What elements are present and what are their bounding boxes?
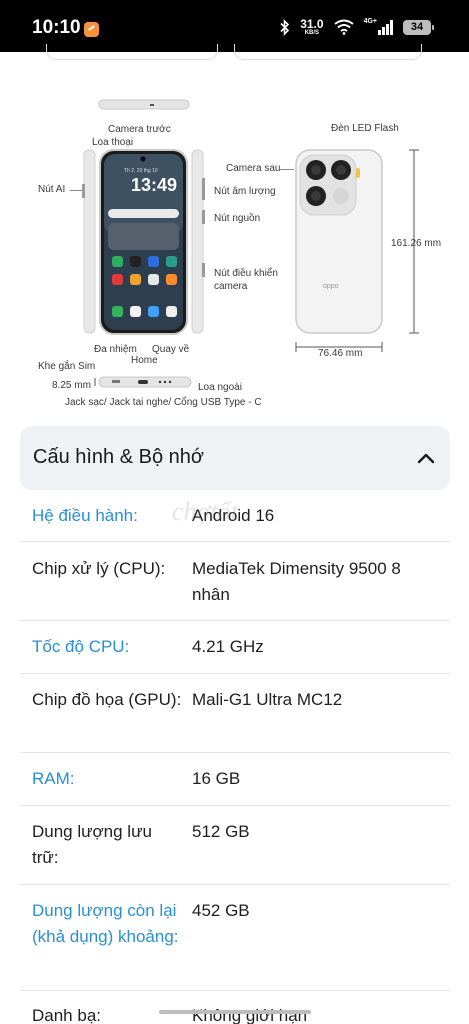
spec-row: Tốc độ CPU: 4.21 GHz [20,621,450,674]
top-tab-button-left[interactable] [46,44,218,60]
spec-value: 512 GB [192,822,250,841]
spec-value: 452 GB [192,901,250,920]
spec-key: Tốc độ CPU: [32,637,130,656]
phone-screen-time: 13:49 [130,175,178,195]
label-home: Home [131,355,158,366]
label-sim-slot: Khe gắn Sim [38,361,96,372]
speed-unit: KB/S [304,30,320,36]
spec-key: RAM: [32,769,75,788]
label-height: 161.26 mm [391,238,442,249]
label-width: 76.46 mm [318,348,363,359]
app-notification-icon [84,22,99,37]
network-type: 4G+ [363,17,377,25]
spec-row: RAM: 16 GB [20,753,450,806]
label-thickness: 8.25 mm [52,380,91,391]
chevron-up-icon[interactable] [416,448,436,468]
signal-icon: 4G+ [363,17,393,35]
spec-key: Chip đồ họa (GPU): [32,690,182,709]
spec-row: Dung lượng còn lại (khả dụng) khoảng: 45… [20,885,450,991]
spec-value: MediaTek Dimensity 9500 8 nhân [192,559,401,604]
label-power-button: Nút nguồn [214,213,261,224]
status-time: 10:10 [32,17,81,38]
label-rear-camera: Camera sau [226,163,281,174]
wifi-icon [333,19,354,35]
phone-dimension-diagram: oppo 13:49 Th 2, 20 thg 10 Camera trước … [0,60,469,420]
label-camera-front: Camera trước [108,124,171,135]
label-ports: Jack sạc/ Jack tai nghe/ Cổng USB Type -… [65,397,262,408]
battery-icon: 34 [403,19,434,35]
label-ai-button: Nút AI [38,184,66,195]
status-icons: 31.0 KB/S 4G+ 34 [280,17,434,36]
label-led-flash: Đèn LED Flash [331,123,399,134]
spec-section-header[interactable]: Cấu hình & Bộ nhớ [20,426,450,490]
spec-value: 16 GB [192,769,241,788]
spec-key: Dung lượng còn lại (khả dụng) khoảng: [32,901,179,946]
spec-key: Hệ điều hành: [32,506,138,525]
svg-text:chợtốt: chợtốt [172,497,239,526]
label-camera-control-2: camera [214,281,248,292]
spec-row: Chip đồ họa (GPU): Mali-G1 Ultra MC12 [20,674,450,753]
spec-section-title: Cấu hình & Bộ nhớ [33,446,205,468]
label-speaker: Loa ngoài [198,382,242,393]
spec-value: 4.21 GHz [192,637,264,656]
svg-text:oppo: oppo [323,283,339,290]
label-recent-apps: Đa nhiệm [94,344,137,355]
gesture-home-bar[interactable] [159,1010,311,1014]
bluetooth-icon [280,18,290,36]
label-camera-control-1: Nút điều khiển [214,268,278,279]
speed-value: 31.0 [300,17,324,31]
spec-row: Dung lượng lưu trữ: 512 GB [20,806,450,885]
label-earpiece: Loa thoại [92,137,134,148]
top-tab-button-right[interactable] [234,44,422,60]
spec-row: Danh bạ: Không giới hạn [20,991,450,1024]
label-volume-button: Nút âm lượng [214,186,276,197]
phone-screen-date: Th 2, 20 thg 10 [124,168,158,174]
spec-value: Mali-G1 Ultra MC12 [192,690,343,709]
battery-level: 34 [410,21,424,33]
watermark-logo: chợtốt [172,497,239,526]
network-speed: 31.0 KB/S [300,18,323,36]
label-back: Quay về [152,344,190,355]
spec-key: Chip xử lý (CPU): [32,559,166,578]
spec-key: Dung lượng lưu trữ: [32,822,152,867]
spec-row: Chip xử lý (CPU): MediaTek Dimensity 950… [20,542,450,621]
